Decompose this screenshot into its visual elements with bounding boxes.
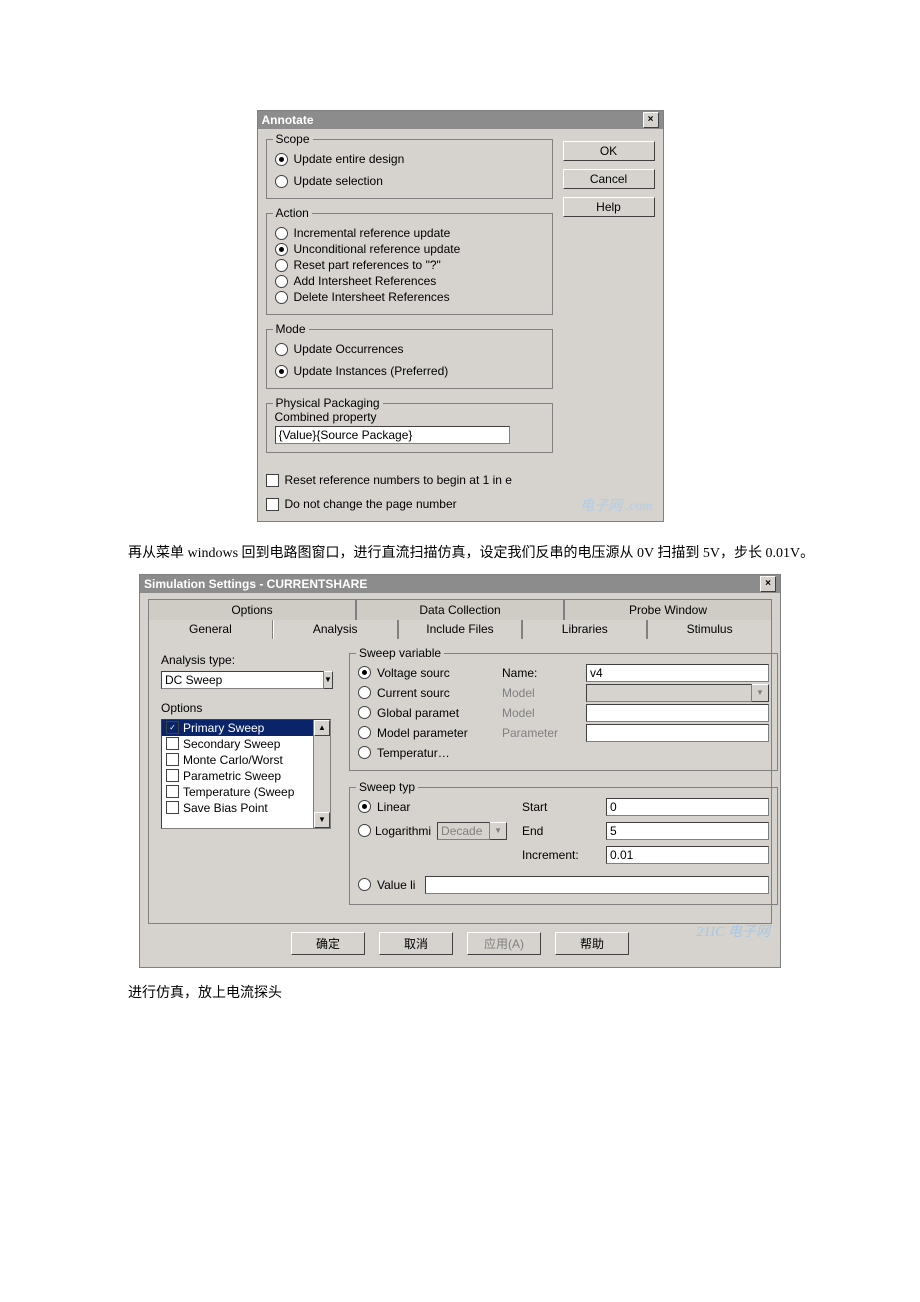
paragraph-2: 进行仿真，放上电流探头	[100, 982, 820, 1006]
close-icon[interactable]: ×	[643, 112, 659, 128]
st-end-label: End	[522, 824, 602, 838]
st-start-label: Start	[522, 800, 602, 814]
tab-probe-window[interactable]: Probe Window	[564, 599, 772, 620]
packaging-group: Physical Packaging Combined property	[266, 403, 553, 453]
mode-legend: Mode	[273, 322, 309, 336]
options-label: Options	[161, 701, 331, 715]
sweep-type-legend: Sweep typ	[356, 780, 418, 794]
packaging-legend: Physical Packaging	[273, 396, 383, 410]
sv-current-radio[interactable]: Current sourc	[358, 686, 498, 700]
action-unconditional-radio[interactable]: Unconditional reference update	[275, 242, 544, 256]
listbox-scrollbar[interactable]: ▲ ▼	[313, 720, 330, 828]
scope-group: Scope Update entire design Update select…	[266, 139, 553, 199]
sv-name-input[interactable]	[586, 664, 769, 682]
combined-property-label: Combined property	[275, 410, 544, 424]
action-incremental-radio[interactable]: Incremental reference update	[275, 226, 544, 240]
tab-general[interactable]: General	[148, 618, 273, 639]
sv-model-combo: ▼	[586, 684, 769, 702]
annotate-title: Annotate	[262, 111, 314, 129]
analysis-type-label: Analysis type:	[161, 653, 331, 667]
simset-title: Simulation Settings - CURRENTSHARE	[144, 575, 367, 593]
sv-voltage-radio[interactable]: Voltage sourc	[358, 666, 498, 680]
st-linear-radio[interactable]: Linear	[358, 800, 518, 814]
tab-libraries[interactable]: Libraries	[522, 618, 647, 639]
cancel-button[interactable]: 取消	[379, 932, 453, 955]
analysis-type-combo[interactable]: ▼	[161, 671, 331, 689]
sv-model-input	[586, 704, 769, 722]
help-button[interactable]: 帮助	[555, 932, 629, 955]
list-item-secondary-sweep[interactable]: Secondary Sweep	[162, 736, 313, 752]
tab-analysis[interactable]: Analysis	[273, 618, 398, 639]
sweep-type-group: Sweep typ Linear Start Logarithmi ▼	[349, 787, 778, 905]
tab-include-files[interactable]: Include Files	[398, 618, 523, 639]
paragraph-1: 再从菜单 windows 回到电路图窗口，进行直流扫描仿真，设定我们反串的电压源…	[100, 542, 820, 566]
help-button[interactable]: Help	[563, 197, 655, 217]
chevron-down-icon: ▼	[490, 822, 507, 840]
sweep-variable-legend: Sweep variable	[356, 646, 444, 660]
chevron-down-icon[interactable]: ▼	[324, 671, 333, 689]
close-icon[interactable]: ×	[760, 576, 776, 592]
sv-model-label-2: Model	[502, 706, 582, 720]
list-item-monte-carlo[interactable]: Monte Carlo/Worst	[162, 752, 313, 768]
options-listbox[interactable]: Primary Sweep Secondary Sweep Monte Carl…	[161, 719, 331, 829]
st-valuelist-input	[425, 876, 769, 894]
st-inc-label: Increment:	[522, 848, 602, 862]
sweep-variable-group: Sweep variable Voltage sourc Name: Curre…	[349, 653, 778, 771]
st-log-radio[interactable]: Logarithmi ▼	[358, 822, 518, 840]
action-reset-radio[interactable]: Reset part references to "?"	[275, 258, 544, 272]
simset-titlebar[interactable]: Simulation Settings - CURRENTSHARE ×	[140, 575, 780, 593]
scroll-down-icon[interactable]: ▼	[314, 812, 330, 828]
st-inc-input[interactable]	[606, 846, 769, 864]
sv-param-input	[586, 724, 769, 742]
sv-global-radio[interactable]: Global paramet	[358, 706, 498, 720]
mode-instances-radio[interactable]: Update Instances (Preferred)	[275, 364, 544, 378]
combined-property-input[interactable]	[275, 426, 510, 444]
ok-button[interactable]: OK	[563, 141, 655, 161]
scroll-up-icon[interactable]: ▲	[314, 720, 330, 736]
list-item-primary-sweep[interactable]: Primary Sweep	[162, 720, 313, 736]
cancel-button[interactable]: Cancel	[563, 169, 655, 189]
analysis-type-value[interactable]	[161, 671, 324, 689]
keep-page-number-checkbox[interactable]: Do not change the page number	[266, 497, 655, 511]
mode-group: Mode Update Occurrences Update Instances…	[266, 329, 553, 389]
annotate-dialog: Annotate × Scope Update entire design Up…	[257, 110, 664, 522]
list-item-temperature-sweep[interactable]: Temperature (Sweep	[162, 784, 313, 800]
st-end-input[interactable]	[606, 822, 769, 840]
chevron-down-icon: ▼	[752, 684, 769, 702]
sv-model-label-1: Model	[502, 686, 582, 700]
action-del-intersheet-radio[interactable]: Delete Intersheet References	[275, 290, 544, 304]
list-item-save-bias[interactable]: Save Bias Point	[162, 800, 313, 816]
scope-legend: Scope	[273, 132, 313, 146]
st-valuelist-radio[interactable]: Value li	[358, 876, 769, 894]
sv-name-label: Name:	[502, 666, 582, 680]
scope-selection-radio[interactable]: Update selection	[275, 174, 544, 188]
sv-model-radio[interactable]: Model parameter	[358, 726, 498, 740]
list-item-parametric-sweep[interactable]: Parametric Sweep	[162, 768, 313, 784]
action-add-intersheet-radio[interactable]: Add Intersheet References	[275, 274, 544, 288]
tab-options[interactable]: Options	[148, 599, 356, 620]
action-legend: Action	[273, 206, 312, 220]
sv-temperature-radio[interactable]: Temperatur…	[358, 746, 498, 760]
tab-stimulus[interactable]: Stimulus	[647, 618, 772, 639]
st-start-input[interactable]	[606, 798, 769, 816]
analysis-tab-panel: Analysis type: ▼ Options Primary Sweep S…	[148, 639, 772, 924]
reset-numbers-checkbox[interactable]: Reset reference numbers to begin at 1 in…	[266, 473, 655, 487]
mode-occurrences-radio[interactable]: Update Occurrences	[275, 342, 544, 356]
tab-data-collection[interactable]: Data Collection	[356, 599, 564, 620]
ok-button[interactable]: 确定	[291, 932, 365, 955]
scope-entire-radio[interactable]: Update entire design	[275, 152, 544, 166]
annotate-titlebar[interactable]: Annotate ×	[258, 111, 663, 129]
apply-button[interactable]: 应用(A)	[467, 932, 541, 955]
sv-param-label: Parameter	[502, 726, 582, 740]
simulation-settings-dialog: Simulation Settings - CURRENTSHARE × Opt…	[139, 574, 781, 968]
action-group: Action Incremental reference update Unco…	[266, 213, 553, 315]
